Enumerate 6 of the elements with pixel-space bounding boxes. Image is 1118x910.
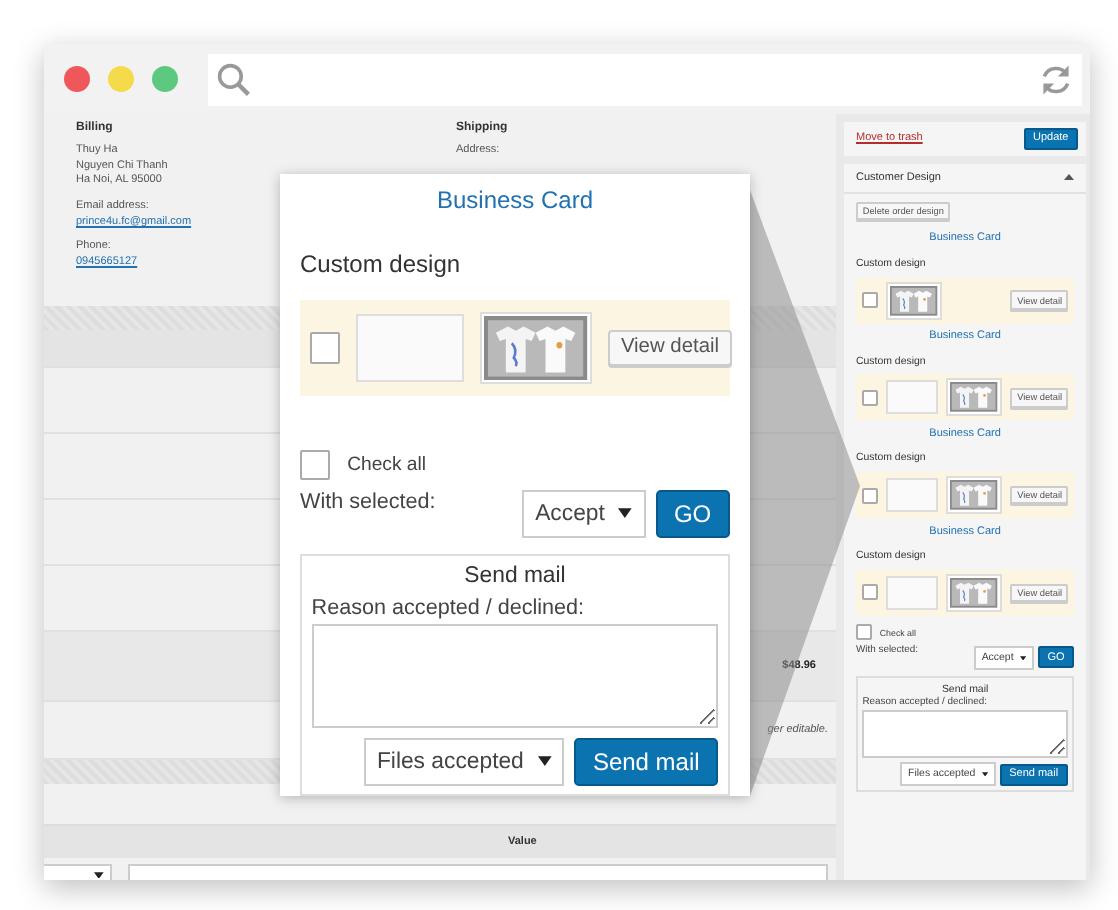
field-label: Reason accepted / declined: (311, 595, 587, 620)
checkbox-label: Check all (347, 453, 427, 476)
panel-title: Send mail (462, 564, 568, 589)
section-label: Custom design (300, 250, 463, 278)
field-label: With selected: (300, 489, 436, 514)
section-title: Business Card (434, 186, 596, 214)
